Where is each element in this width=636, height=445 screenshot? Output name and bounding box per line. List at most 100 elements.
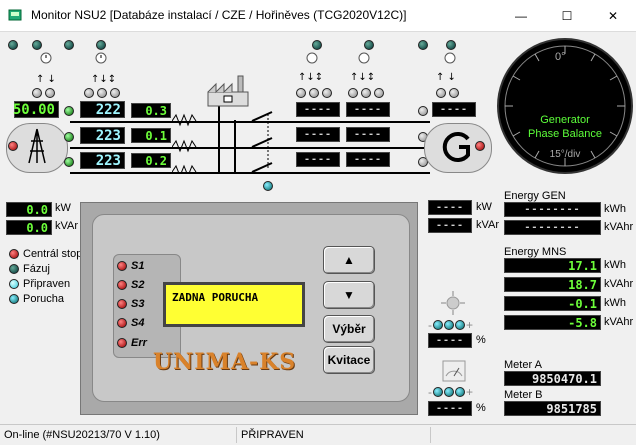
svg-text:↑ ↓: ↑ ↓ (436, 72, 456, 83)
gen-voltage-display: ---- (346, 102, 390, 117)
status-bar: On-line (#NSU20213/70 V 1.10) PŘIPRAVEN (0, 424, 636, 445)
select-button[interactable]: Výběr (323, 315, 375, 343)
gen-current-display: ---- (432, 102, 476, 117)
bus-riser (234, 120, 236, 174)
window-title: Monitor NSU2 [Databáze instalací / CZE /… (31, 8, 407, 22)
app-icon (8, 9, 22, 21)
gen-current-display: ---- (346, 127, 390, 142)
energy-mns-unit: kWh (604, 259, 626, 271)
title-bar: Monitor NSU2 [Databáze instalací / CZE /… (0, 0, 636, 32)
meter-a-display: 9850470.1 (504, 371, 601, 386)
connection-status: On-line (#NSU20213/70 V 1.10) (4, 429, 160, 441)
gen-active-power-unit: kW (476, 201, 492, 213)
generator-breaker-led (475, 141, 485, 151)
indicator-led (418, 106, 428, 116)
voltage-l3-display: 223 (80, 152, 125, 169)
energy-mns-title: Energy MNS (504, 246, 567, 258)
indicator-led (364, 40, 374, 50)
err-indicator: Err (117, 337, 147, 349)
indicator-led (64, 40, 74, 50)
indicator-led (32, 40, 42, 50)
gauge-zero-label: 0° (555, 51, 566, 63)
percent-display-2: ---- (428, 401, 472, 416)
resistor-symbols (172, 113, 197, 174)
indicator-led (436, 88, 446, 98)
indicator-led (296, 88, 306, 98)
indicator-led (446, 40, 456, 50)
status-separator (236, 427, 237, 443)
active-power-unit: kW (55, 202, 71, 214)
gauge-subtitle: Phase Balance (528, 128, 602, 140)
generator-icon (442, 132, 470, 162)
energy-gen-kwh-display: -------- (504, 202, 601, 217)
up-button[interactable]: ▲ (323, 246, 375, 274)
meter-controls: - + (428, 385, 474, 399)
meter-a-label: Meter A (504, 359, 542, 371)
gen-active-power-display: ---- (428, 200, 472, 215)
meter-b-label: Meter B (504, 389, 543, 401)
svg-text:↑↓↕: ↑↓↕ (298, 72, 323, 83)
mains-frequency-display: 50.00 (13, 101, 59, 118)
phase-led (64, 106, 74, 116)
active-power-display: 0.0 (6, 202, 52, 217)
energy-mns-row: 18.7 (504, 277, 601, 292)
current-l1-display: 0.3 (131, 103, 171, 118)
gen-voltage-display: ---- (296, 152, 340, 167)
svg-text:↑↓↕: ↑↓↕ (91, 74, 116, 85)
svg-text:↑↓↕: ↑↓↕ (350, 72, 375, 83)
fan-icon (441, 291, 465, 315)
indicator-led (449, 88, 459, 98)
energy-gen-kvarh-unit: kVAhr (604, 221, 634, 233)
central-stop-led (9, 249, 19, 259)
voltage-l1-display: 222 (80, 101, 125, 118)
indicator-led (322, 88, 332, 98)
status-separator (430, 427, 431, 443)
meter-icon (442, 360, 466, 382)
energy-mns-row: -0.1 (504, 296, 601, 311)
s1-indicator: S1 (117, 260, 144, 272)
percent-unit: % (476, 334, 486, 346)
gen-reactive-power-display: ---- (428, 218, 472, 233)
controller-display: ZADNA PORUCHA (163, 282, 305, 327)
ready-led (9, 279, 19, 289)
legend-item: Připraven (9, 278, 70, 290)
energy-gen-kvarh-display: -------- (504, 220, 601, 235)
minimize-button[interactable]: — (498, 0, 544, 31)
indicator-led (418, 40, 428, 50)
indicator-led (45, 88, 55, 98)
phase-led (64, 132, 74, 142)
percent-unit: % (476, 402, 486, 414)
energy-gen-title: Energy GEN (504, 190, 566, 202)
reactive-power-display: 0.0 (6, 220, 52, 235)
indicator-led (84, 88, 94, 98)
down-button[interactable]: ▼ (323, 281, 375, 309)
energy-gen-kwh-unit: kWh (604, 203, 626, 215)
fault-led (9, 294, 19, 304)
device-state: PŘIPRAVEN (241, 429, 304, 441)
bus-riser (218, 103, 220, 173)
current-l2-display: 0.1 (131, 128, 171, 143)
energy-mns-unit: kVAhr (604, 316, 634, 328)
phase-led (64, 157, 74, 167)
s4-indicator: S4 (117, 317, 144, 329)
acknowledge-button[interactable]: Kvitace (323, 346, 375, 374)
factory-icon (207, 75, 249, 107)
gen-current-display: ---- (346, 152, 390, 167)
indicator-led (361, 88, 371, 98)
gen-reactive-power-unit: kVAr (476, 219, 500, 231)
energy-mns-row: 17.1 (504, 258, 601, 273)
svg-text:↑ ↓: ↑ ↓ (36, 74, 56, 85)
indicator-led (348, 88, 358, 98)
indicator-led (374, 88, 384, 98)
indicator-led (32, 88, 42, 98)
s2-indicator: S2 (117, 279, 144, 291)
breaker-status-led (263, 181, 273, 191)
close-button[interactable]: ✕ (590, 0, 636, 31)
reactive-power-unit: kVAr (55, 220, 79, 232)
legend-item: Fázuj (9, 263, 50, 275)
energy-mns-row: -5.8 (504, 315, 601, 330)
clock-icon: ↑↓↕ ↑↓↕ ↑ ↓ (298, 52, 456, 83)
maximize-button[interactable]: ☐ (544, 0, 590, 31)
legend-item: Porucha (9, 293, 64, 305)
gauge-title: Generator (540, 114, 590, 126)
